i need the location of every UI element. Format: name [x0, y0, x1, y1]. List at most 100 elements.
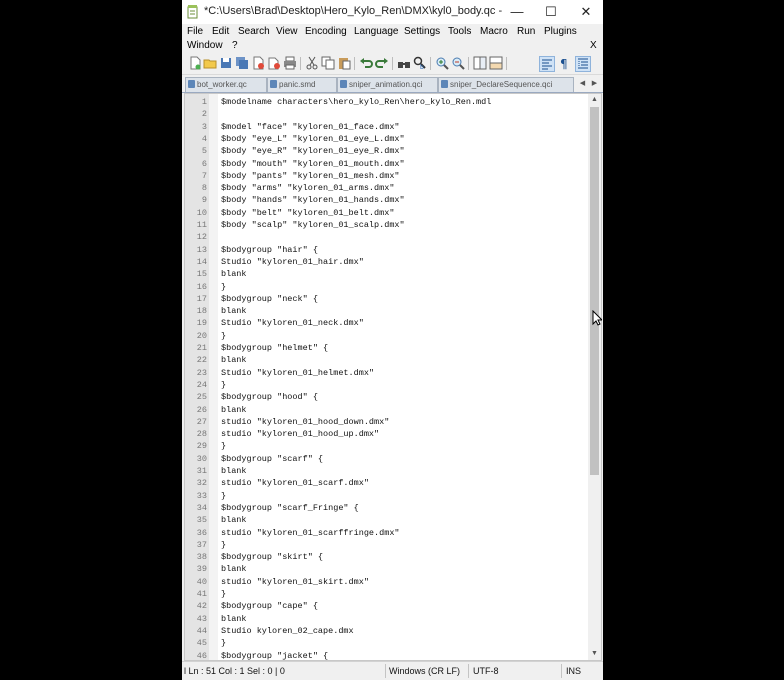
code-line[interactable]: $body "arms" "kyloren_01_arms.dmx"	[221, 183, 394, 193]
scrollbar-thumb[interactable]	[590, 107, 599, 475]
code-line[interactable]: blank	[221, 355, 247, 365]
code-line[interactable]: studio "kyloren_01_scarf.dmx"	[221, 478, 369, 488]
tab-scroll-left-button[interactable]: ◀	[578, 77, 587, 90]
menu-help[interactable]: ?	[232, 40, 238, 51]
eol-format: Windows (CR LF)	[389, 666, 461, 676]
code-line[interactable]: }	[221, 441, 226, 451]
close-document-button[interactable]: X	[590, 40, 597, 51]
title-bar[interactable]: *C:\Users\Brad\Desktop\Hero_Kylo_Ren\DMX…	[182, 0, 603, 25]
close-all-icon[interactable]	[267, 56, 281, 70]
tab-sniper-declare-sequence[interactable]: sniper_DeclareSequence.qci	[438, 77, 574, 92]
tab-bar: bot_worker.qc panic.smd sniper_animation…	[182, 76, 603, 93]
code-line[interactable]: $bodygroup "jacket" {	[221, 651, 328, 661]
scroll-down-button[interactable]: ▼	[588, 648, 601, 660]
code-line[interactable]: $body "eye_L" "kyloren_01_eye_L.dmx"	[221, 134, 405, 144]
code-line[interactable]: }	[221, 589, 226, 599]
paste-icon[interactable]	[337, 56, 351, 70]
code-line[interactable]: $bodygroup "hair" {	[221, 245, 318, 255]
minimize-button[interactable]: —	[500, 0, 534, 24]
code-line[interactable]: blank	[221, 269, 247, 279]
code-line[interactable]: studio "kyloren_01_hood_down.dmx"	[221, 417, 389, 427]
menu-macro[interactable]: Macro	[480, 26, 508, 37]
show-all-chars-icon[interactable]: ¶	[557, 56, 571, 70]
code-line[interactable]: }	[221, 331, 226, 341]
cut-icon[interactable]	[305, 56, 319, 70]
menu-edit[interactable]: Edit	[212, 26, 229, 37]
scroll-up-button[interactable]: ▲	[588, 94, 601, 106]
code-line[interactable]: blank	[221, 405, 247, 415]
menu-window[interactable]: Window	[187, 40, 223, 51]
menu-plugins[interactable]: Plugins	[544, 26, 577, 37]
undo-icon[interactable]	[359, 56, 373, 70]
menu-language[interactable]: Language	[354, 26, 399, 37]
code-editor[interactable]: 1 $modelname characters\hero_kylo_Ren\her…	[184, 93, 602, 661]
sync-vertical-icon[interactable]	[473, 56, 487, 70]
tab-bot-worker[interactable]: bot_worker.qc	[185, 77, 267, 92]
find-icon[interactable]	[397, 56, 411, 70]
code-line[interactable]: }	[221, 638, 226, 648]
maximize-button[interactable]: ☐	[534, 0, 568, 24]
code-line[interactable]: blank	[221, 515, 247, 525]
code-line[interactable]: $bodygroup "scarf_Fringe" {	[221, 503, 359, 513]
code-line[interactable]: $body "scalp" "kyloren_01_scalp.dmx"	[221, 220, 405, 230]
zoom-in-icon[interactable]	[435, 56, 449, 70]
tab-panic[interactable]: panic.smd	[267, 77, 337, 92]
encoding-indicator: UTF-8	[473, 666, 499, 676]
code-line[interactable]: $bodygroup "cape" {	[221, 601, 318, 611]
code-line[interactable]: studio "kyloren_01_scarffringe.dmx"	[221, 528, 400, 538]
word-wrap-icon[interactable]	[539, 56, 555, 72]
menu-view[interactable]: View	[276, 26, 298, 37]
line-number: 24	[196, 379, 207, 390]
code-line[interactable]: }	[221, 282, 226, 292]
code-line[interactable]: $bodygroup "skirt" {	[221, 552, 323, 562]
code-line[interactable]: blank	[221, 564, 247, 574]
code-line[interactable]: $bodygroup "hood" {	[221, 392, 318, 402]
save-all-icon[interactable]	[235, 56, 249, 70]
code-line[interactable]: $model "face" "kyloren_01_face.dmx"	[221, 122, 400, 132]
copy-icon[interactable]	[321, 56, 335, 70]
save-icon[interactable]	[219, 56, 233, 70]
sync-horizontal-icon[interactable]	[489, 56, 503, 70]
code-line[interactable]: }	[221, 540, 226, 550]
close-window-button[interactable]: ✕	[569, 0, 603, 24]
code-line[interactable]: $body "belt" "kyloren_01_belt.dmx"	[221, 208, 394, 218]
code-line[interactable]: blank	[221, 306, 247, 316]
line-number: 3	[201, 121, 207, 132]
zoom-out-icon[interactable]	[451, 56, 465, 70]
code-line[interactable]: Studio "kyloren_01_hair.dmx"	[221, 257, 364, 267]
code-line[interactable]: $body "mouth" "kyloren_01_mouth.dmx"	[221, 159, 405, 169]
code-line[interactable]: $bodygroup "scarf" {	[221, 454, 323, 464]
indent-guide-icon[interactable]	[575, 56, 591, 72]
redo-icon[interactable]	[375, 56, 389, 70]
code-line[interactable]: $body "pants" "kyloren_01_mesh.dmx"	[221, 171, 400, 181]
tab-scroll-right-button[interactable]: ▶	[590, 77, 599, 90]
menu-tools[interactable]: Tools	[448, 26, 471, 37]
code-line[interactable]: $bodygroup "neck" {	[221, 294, 318, 304]
open-file-icon[interactable]	[203, 56, 217, 70]
code-line[interactable]: $modelname characters\hero_kylo_Ren\hero…	[221, 97, 491, 107]
print-icon[interactable]	[283, 56, 297, 70]
new-file-icon[interactable]	[188, 56, 202, 70]
tab-sniper-animation[interactable]: sniper_animation.qci	[337, 77, 438, 92]
menu-file[interactable]: File	[187, 26, 203, 37]
menu-encoding[interactable]: Encoding	[305, 26, 347, 37]
vertical-scrollbar[interactable]: ▲ ▼	[588, 94, 601, 660]
replace-icon[interactable]: b	[413, 56, 427, 70]
code-line[interactable]: }	[221, 491, 226, 501]
close-file-icon[interactable]	[251, 56, 265, 70]
code-line[interactable]: $body "eye_R" "kyloren_01_eye_R.dmx"	[221, 146, 405, 156]
code-line[interactable]: blank	[221, 466, 247, 476]
toolbar-separator	[354, 57, 355, 70]
menu-search[interactable]: Search	[238, 26, 270, 37]
code-line[interactable]: studio "kyloren_01_hood_up.dmx"	[221, 429, 379, 439]
code-line[interactable]: studio "kyloren_01_skirt.dmx"	[221, 577, 369, 587]
code-line[interactable]: $bodygroup "helmet" {	[221, 343, 328, 353]
code-line[interactable]: Studio "kyloren_01_neck.dmx"	[221, 318, 364, 328]
code-line[interactable]: Studio "kyloren_01_helmet.dmx"	[221, 368, 374, 378]
menu-run[interactable]: Run	[517, 26, 535, 37]
code-line[interactable]: $body "hands" "kyloren_01_hands.dmx"	[221, 195, 405, 205]
code-line[interactable]: blank	[221, 614, 247, 624]
code-line[interactable]: Studio kyloren_02_cape.dmx	[221, 626, 354, 636]
menu-settings[interactable]: Settings	[404, 26, 440, 37]
code-line[interactable]: }	[221, 380, 226, 390]
